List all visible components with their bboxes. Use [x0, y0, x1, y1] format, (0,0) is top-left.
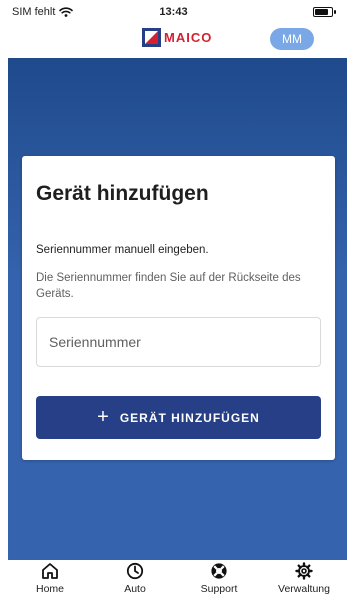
nav-item-auto[interactable]: Auto [100, 562, 170, 595]
lifebuoy-icon [211, 563, 227, 579]
add-device-card: Gerät hinzufügen Seriennummer manuell ei… [22, 156, 335, 460]
logo-text: MAICO [164, 30, 213, 45]
user-avatar-button[interactable]: MM [270, 28, 314, 50]
serial-number-input[interactable] [36, 317, 321, 367]
maico-logo-icon [142, 28, 161, 47]
bottom-navigation: Home Auto Support Verwaltung [0, 560, 347, 602]
avatar-initials: MM [282, 32, 302, 46]
nav-label-home: Home [35, 583, 64, 595]
battery-icon [313, 7, 336, 17]
home-icon [42, 563, 58, 579]
gear-icon [295, 562, 313, 580]
nav-label-verwaltung: Verwaltung [278, 583, 330, 595]
card-title: Gerät hinzufügen [36, 182, 209, 205]
plus-icon: + [97, 406, 110, 428]
status-time: 13:43 [159, 6, 188, 18]
nav-item-verwaltung[interactable]: Verwaltung [269, 562, 339, 595]
maico-logo: MAICO [142, 28, 212, 47]
serial-hint-text: Die Seriennummer finden Sie auf der Rück… [36, 272, 301, 300]
add-device-button[interactable]: + GERÄT HINZUFÜGEN [36, 396, 321, 439]
nav-label-auto: Auto [124, 583, 146, 595]
nav-label-support: Support [200, 583, 238, 595]
nav-item-home[interactable]: Home [15, 562, 85, 595]
battery-level [315, 9, 329, 15]
status-bar: SIM fehlt 13:43 [0, 0, 347, 24]
nav-item-support[interactable]: Support [184, 562, 254, 595]
clock-icon [126, 562, 144, 580]
card-subtitle: Seriennummer manuell eingeben. [36, 244, 209, 256]
add-device-button-label: GERÄT HINZUFÜGEN [119, 410, 260, 425]
app-header: MAICO MM [0, 24, 347, 58]
